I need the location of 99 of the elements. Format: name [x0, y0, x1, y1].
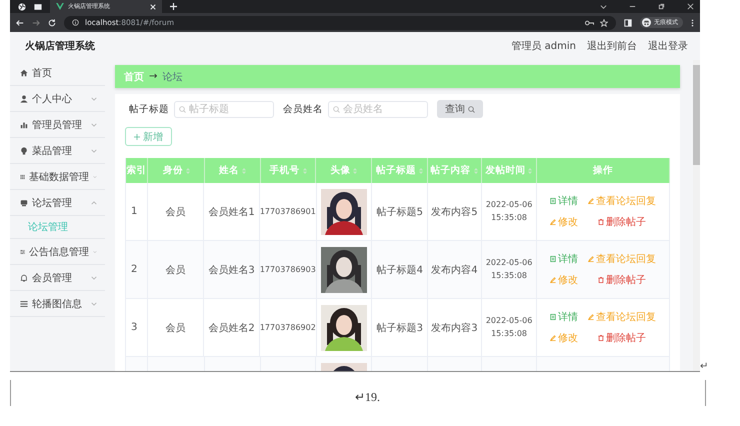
sidebar-item[interactable]: 论坛管理 — [10, 190, 105, 216]
table-cell-text: 2022-05-06 15:35:08 — [485, 256, 534, 282]
document-icon — [550, 314, 556, 320]
table-cell-text: 发布内容3 — [431, 322, 478, 334]
bar-chart-icon — [20, 120, 28, 128]
minimize-icon[interactable] — [629, 3, 636, 10]
pencil-icon — [588, 256, 594, 262]
user-label: 管理员 admin — [511, 40, 576, 53]
sidebar-item[interactable]: 公告信息管理 — [10, 239, 105, 265]
chevron-down-icon[interactable] — [600, 3, 607, 10]
table-cell-text: 会员 — [165, 322, 186, 334]
field-label: 帖子标题 — [129, 102, 169, 116]
table-cell-text: 帖子标题3 — [376, 322, 423, 334]
table-cell-text: 帖子标题5 — [376, 206, 423, 218]
table-cell-text: 会员姓名1 — [208, 206, 255, 218]
home-icon — [20, 68, 28, 76]
app-title: 火锅店管理系统 — [25, 39, 95, 53]
document-icon — [550, 256, 556, 262]
search-icon — [468, 106, 475, 112]
table-cell: 17703786901 — [260, 207, 316, 216]
edit-button[interactable]: 修改 — [548, 272, 580, 288]
sidebar-item[interactable]: 菜品管理 — [10, 138, 105, 164]
header-link[interactable]: 退出登录 — [648, 39, 688, 53]
table-cell-text: 会员 — [165, 206, 186, 218]
star-icon[interactable] — [600, 18, 608, 26]
v-logo-icon — [56, 3, 64, 10]
table-cell-text: 会员姓名3 — [208, 264, 255, 276]
search-button[interactable]: 查询 — [437, 100, 483, 118]
pencil-icon — [588, 198, 594, 204]
detail-button[interactable]: 详情 — [548, 251, 580, 267]
pencil-icon — [550, 219, 556, 225]
sliders-icon — [20, 248, 26, 256]
sidebar-item[interactable]: 管理员管理 — [10, 112, 105, 138]
delete-button[interactable]: 删除帖子 — [596, 214, 648, 230]
table-cell: 17703786903 — [260, 265, 316, 274]
sidebar-item[interactable]: 首页 — [10, 60, 105, 86]
edit-button[interactable]: 修改 — [548, 330, 580, 346]
search-icon — [333, 106, 340, 112]
add-button[interactable]: 新增 — [125, 127, 172, 146]
sidebar-item[interactable]: 个人中心 — [10, 86, 105, 112]
delete-button[interactable]: 删除帖子 — [596, 330, 648, 346]
key-icon[interactable] — [585, 20, 594, 26]
scrollbar[interactable] — [693, 60, 700, 371]
table-cell-text: 发布内容4 — [431, 264, 478, 276]
pencil-icon — [550, 335, 556, 341]
table-cell-text: 会员 — [165, 264, 186, 276]
header-link[interactable]: 退出到前台 — [587, 39, 637, 53]
page-number: ↵19. — [355, 390, 380, 405]
search-icon — [179, 106, 186, 112]
sidebar-panel-icon[interactable] — [624, 18, 632, 26]
edit-button[interactable]: 查看论坛回复 — [586, 193, 658, 209]
forward-icon[interactable] — [32, 18, 40, 26]
person-icon — [20, 94, 28, 102]
table-cell-text: 帖子标题4 — [376, 264, 423, 276]
table-cell-text: 2022-05-06 15:35:08 — [485, 198, 534, 224]
pencil-icon — [588, 314, 594, 320]
edit-button[interactable]: 修改 — [548, 214, 580, 230]
paragraph-mark: ↵ — [700, 361, 708, 372]
document-icon — [550, 198, 556, 204]
bell-icon — [20, 274, 28, 282]
search-field[interactable]: 帖子标题 — [174, 100, 274, 118]
table-cell: 2 — [131, 264, 138, 275]
sidebar-item[interactable]: 基础数据管理 — [10, 164, 105, 190]
table-cell: 17703786902 — [260, 323, 316, 332]
detail-button[interactable]: 详情 — [548, 193, 580, 209]
detail-button[interactable]: 详情 — [548, 309, 580, 325]
close-icon[interactable] — [687, 3, 694, 10]
trash-icon — [598, 277, 604, 283]
plus-icon[interactable] — [170, 3, 177, 10]
edit-button[interactable]: 查看论坛回复 — [586, 309, 658, 325]
breadcrumb-separator: → — [149, 71, 158, 82]
sidebar-item[interactable]: 轮播图信息 — [10, 291, 105, 317]
pencil-icon — [550, 277, 556, 283]
sidebar-item[interactable]: 会员管理 — [10, 265, 105, 291]
reload-icon[interactable] — [48, 18, 56, 26]
table-cell-text: 会员姓名2 — [208, 322, 255, 334]
submenu-item[interactable]: 论坛管理 — [10, 216, 105, 239]
trash-icon — [598, 219, 604, 225]
table-cell: 1 — [131, 206, 138, 217]
globe-icon[interactable] — [18, 2, 26, 10]
incognito-icon — [642, 18, 651, 27]
trash-icon — [598, 335, 604, 341]
more-icon[interactable] — [691, 18, 694, 26]
grid-icon — [20, 172, 26, 180]
search-field[interactable]: 会员姓名 — [328, 100, 428, 118]
bulb-icon — [20, 146, 28, 154]
tab-icon[interactable] — [34, 2, 42, 10]
table-cell-text: 2022-05-06 15:35:08 — [485, 314, 534, 340]
edit-button[interactable]: 查看论坛回复 — [586, 251, 658, 267]
back-icon[interactable] — [16, 18, 24, 26]
field-label: 会员姓名 — [283, 102, 323, 116]
restore-icon[interactable] — [658, 3, 665, 10]
plus-icon — [134, 134, 140, 140]
list-icon — [20, 300, 28, 308]
breadcrumb-current: 论坛 — [162, 70, 182, 84]
table-cell-text: 发布内容5 — [431, 206, 478, 218]
table-cell: 3 — [131, 322, 138, 333]
info-icon[interactable] — [72, 19, 79, 26]
delete-button[interactable]: 删除帖子 — [596, 272, 648, 288]
